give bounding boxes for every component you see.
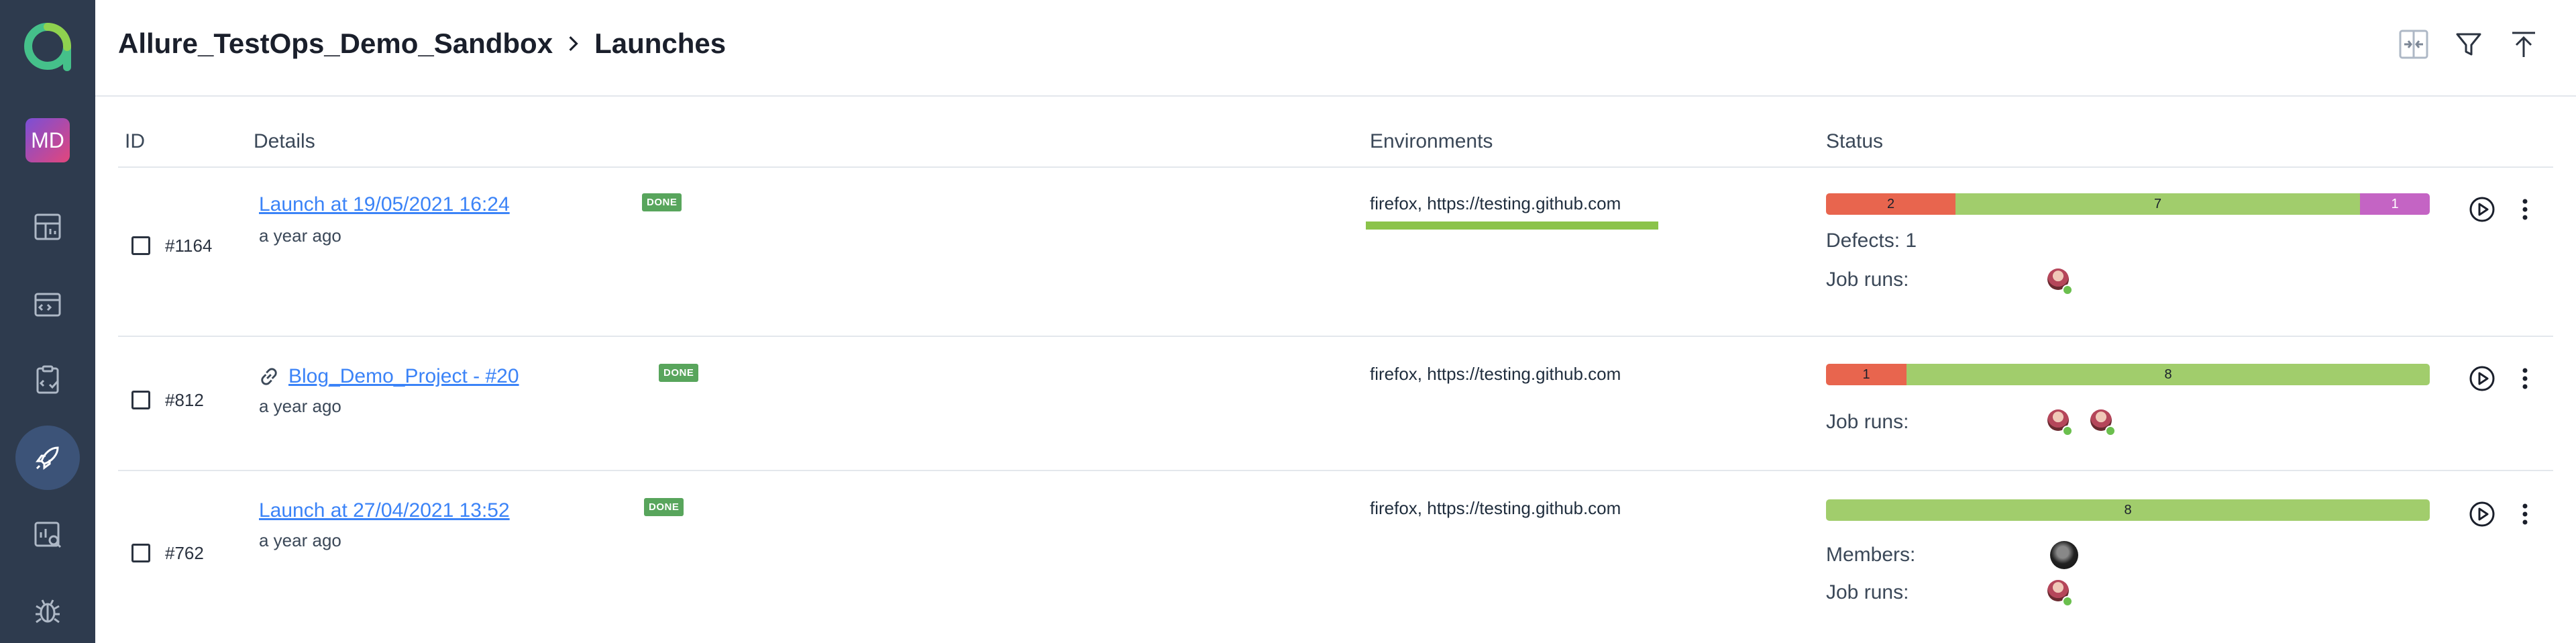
job-run-avatar[interactable] bbox=[2047, 580, 2073, 607]
status-badge: DONE bbox=[642, 193, 682, 211]
filter-icon bbox=[2456, 33, 2481, 56]
status-segment-passed: 7 bbox=[1955, 193, 2360, 215]
row-checkbox[interactable] bbox=[131, 544, 150, 562]
launch-id: #812 bbox=[165, 390, 204, 410]
job-run-status-dot bbox=[2062, 426, 2073, 436]
upload-button[interactable] bbox=[2506, 27, 2541, 62]
environment-value: firefox, https://testing.github.com bbox=[1370, 193, 1621, 213]
test-plans-icon bbox=[36, 365, 59, 394]
more-vertical-icon bbox=[2522, 503, 2528, 525]
defects-icon bbox=[36, 599, 60, 624]
environment-value: firefox, https://testing.github.com bbox=[1370, 364, 1621, 384]
chevron-right-icon bbox=[568, 34, 580, 53]
dashboard-icon bbox=[34, 213, 61, 240]
row-menu-button[interactable] bbox=[2510, 195, 2540, 224]
user-avatar[interactable]: MD bbox=[25, 118, 70, 162]
launch-id: #1164 bbox=[165, 236, 213, 256]
status-segment-passed: 8 bbox=[1907, 364, 2430, 385]
test-cases-icon bbox=[34, 293, 61, 317]
status-segment-passed: 8 bbox=[1826, 499, 2430, 521]
launch-time: a year ago bbox=[259, 226, 341, 246]
sidebar-item-launches[interactable] bbox=[15, 426, 80, 490]
upload-icon bbox=[2512, 32, 2535, 57]
table-header: ID Details Environments Status bbox=[118, 121, 2553, 168]
defects-count[interactable]: Defects: 1 bbox=[1826, 230, 1917, 252]
rerun-button[interactable] bbox=[2467, 499, 2497, 529]
row-checkbox[interactable] bbox=[131, 236, 150, 255]
launch-time: a year ago bbox=[259, 396, 341, 416]
table-row[interactable]: #762 Launch at 27/04/2021 13:52 DONE a y… bbox=[118, 471, 2553, 643]
play-circle-icon bbox=[2469, 501, 2495, 527]
rerun-button[interactable] bbox=[2467, 364, 2497, 393]
compare-icon bbox=[2399, 30, 2428, 59]
member-avatar[interactable] bbox=[2050, 541, 2078, 569]
row-menu-button[interactable] bbox=[2510, 364, 2540, 393]
play-circle-icon bbox=[2469, 366, 2495, 391]
table-row[interactable]: #1164 Launch at 19/05/2021 16:24 DONE a … bbox=[118, 168, 2553, 337]
table-row[interactable]: #812 Blog_Demo_Project - #20 DONE a year… bbox=[118, 337, 2553, 471]
column-header-environments: Environments bbox=[1370, 130, 1493, 152]
link-icon bbox=[258, 365, 280, 391]
members-label: Members: bbox=[1826, 544, 1916, 566]
launches-table: ID Details Environments Status #1164 Lau… bbox=[118, 121, 2553, 643]
launches-icon bbox=[36, 446, 59, 470]
column-header-details: Details bbox=[254, 130, 315, 152]
job-run-avatar[interactable] bbox=[2047, 268, 2073, 295]
play-circle-icon bbox=[2469, 197, 2495, 222]
sidebar: MD bbox=[0, 0, 95, 643]
launch-name-link[interactable]: Launch at 27/04/2021 13:52 bbox=[259, 499, 510, 522]
filter-button[interactable] bbox=[2451, 27, 2486, 62]
launch-id: #762 bbox=[165, 543, 204, 563]
page-header: Allure_TestOps_Demo_Sandbox Launches bbox=[95, 0, 2576, 97]
breadcrumb-project[interactable]: Allure_TestOps_Demo_Sandbox bbox=[118, 28, 553, 60]
launch-name-link[interactable]: Launch at 19/05/2021 16:24 bbox=[259, 193, 510, 216]
job-runs-label: Job runs: bbox=[1826, 411, 1909, 433]
breadcrumb: Allure_TestOps_Demo_Sandbox Launches bbox=[118, 27, 726, 60]
status-segment-failed: 2 bbox=[1826, 193, 1955, 215]
launch-time: a year ago bbox=[259, 530, 341, 550]
rerun-button[interactable] bbox=[2467, 195, 2497, 224]
status-badge: DONE bbox=[644, 498, 684, 516]
job-run-avatar[interactable] bbox=[2090, 409, 2116, 436]
status-bar[interactable]: 8 bbox=[1826, 499, 2430, 521]
job-run-status-dot bbox=[2062, 596, 2073, 607]
more-vertical-icon bbox=[2522, 199, 2528, 220]
row-checkbox[interactable] bbox=[131, 391, 150, 409]
environment-value: firefox, https://testing.github.com bbox=[1370, 498, 1621, 518]
status-segment-broken: 1 bbox=[2360, 193, 2430, 215]
page-title: Launches bbox=[594, 28, 727, 59]
job-run-status-dot bbox=[2062, 285, 2073, 295]
sidebar-item-analytics[interactable] bbox=[15, 502, 80, 566]
column-header-status: Status bbox=[1826, 130, 1884, 152]
job-runs-label: Job runs: bbox=[1826, 581, 1909, 603]
status-badge: DONE bbox=[659, 364, 699, 382]
analytics-icon bbox=[34, 522, 62, 548]
status-bar[interactable]: 2 7 1 bbox=[1826, 193, 2430, 215]
sidebar-item-test-plans[interactable] bbox=[15, 348, 80, 412]
launch-name-link[interactable]: Blog_Demo_Project - #20 bbox=[288, 365, 519, 388]
job-run-status-dot bbox=[2105, 426, 2116, 436]
column-header-id: ID bbox=[125, 130, 145, 152]
row-menu-button[interactable] bbox=[2510, 499, 2540, 529]
sidebar-item-dashboard[interactable] bbox=[15, 195, 80, 259]
sidebar-item-test-cases[interactable] bbox=[15, 273, 80, 337]
allure-logo-icon[interactable] bbox=[24, 23, 71, 71]
job-runs-label: Job runs: bbox=[1826, 268, 1909, 291]
more-vertical-icon bbox=[2522, 368, 2528, 389]
status-bar[interactable]: 1 8 bbox=[1826, 364, 2430, 385]
sidebar-item-defects[interactable] bbox=[15, 579, 80, 643]
status-segment-failed: 1 bbox=[1826, 364, 1907, 385]
compare-button[interactable] bbox=[2396, 27, 2431, 62]
environment-progress-bar bbox=[1366, 221, 1658, 230]
job-run-avatar[interactable] bbox=[2047, 409, 2073, 436]
